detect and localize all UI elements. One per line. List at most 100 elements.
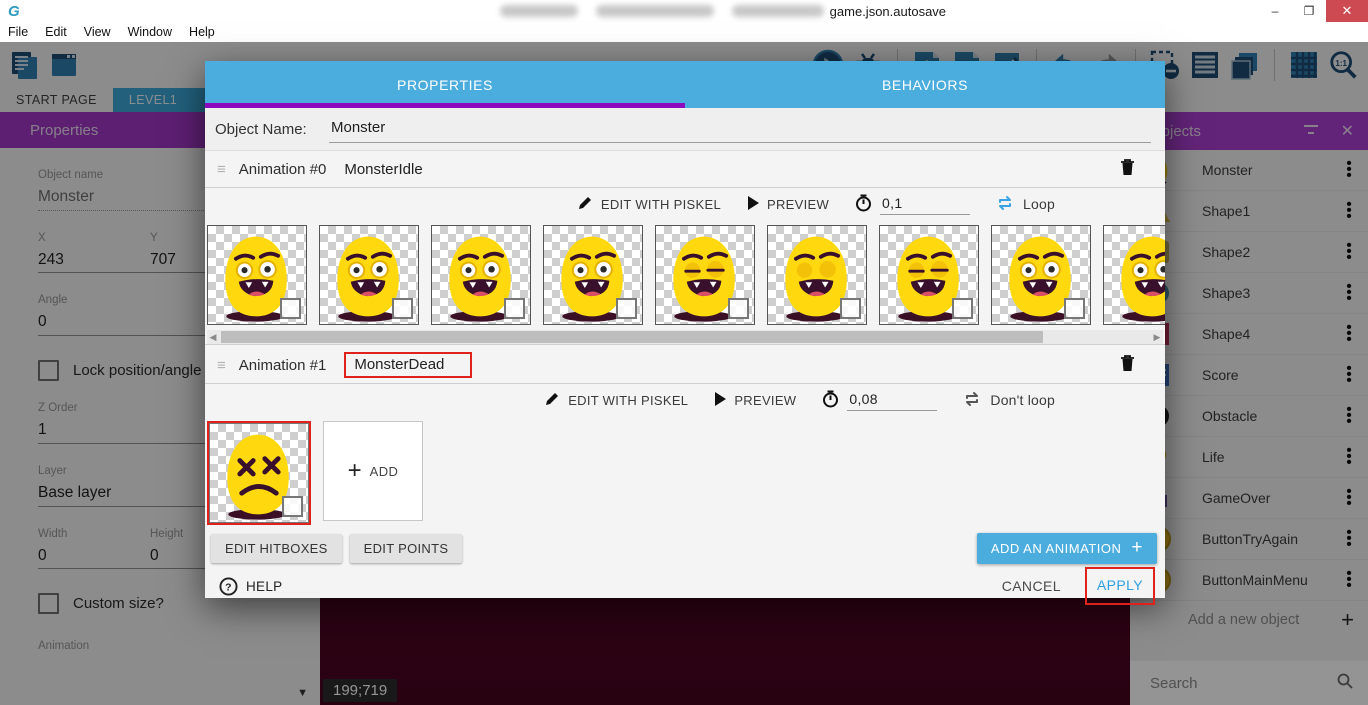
object-editor-dialog: PROPERTIES BEHAVIORS Object Name: Monste… <box>205 61 1165 598</box>
tab-behaviors[interactable]: BEHAVIORS <box>685 61 1165 108</box>
menu-edit[interactable]: Edit <box>45 25 67 39</box>
animation-controls-row: EDIT WITH PISKEL PREVIEW 0,08 Don't loop <box>205 384 1165 416</box>
gdevelop-logo-icon: G <box>8 3 20 20</box>
edit-with-piskel-label: EDIT WITH PISKEL <box>601 197 721 212</box>
svg-text:?: ? <box>225 582 232 593</box>
frame-select-checkbox[interactable] <box>504 298 525 319</box>
frame-select-checkbox[interactable] <box>616 298 637 319</box>
title-bar: G game.json.autosave – ❐ ✕ <box>0 0 1368 22</box>
frames-scrollbar[interactable]: ◀▶ <box>207 330 1163 344</box>
blurred-path-segment <box>596 5 714 17</box>
frame-time-value[interactable]: 0,1 <box>880 193 970 215</box>
edit-with-piskel-button[interactable]: EDIT WITH PISKEL <box>544 391 688 410</box>
animation-frame-tile[interactable] <box>209 423 309 523</box>
object-name-row: Object Name: Monster <box>205 108 1165 151</box>
animation-frame-tile[interactable] <box>319 225 419 325</box>
scrollbar-thumb[interactable] <box>221 331 1043 343</box>
animation-frame-tile[interactable] <box>543 225 643 325</box>
animation-frame-tile[interactable] <box>767 225 867 325</box>
animation-section-1: ≡ Animation #1 MonsterDead EDIT WITH PISKEL… <box>205 347 1165 527</box>
loop-label: Don't loop <box>990 392 1055 408</box>
close-button[interactable]: ✕ <box>1326 0 1368 22</box>
scroll-right-icon[interactable]: ▶ <box>1151 330 1163 344</box>
blurred-path-segment <box>500 5 578 17</box>
loop-toggle[interactable]: Loop <box>996 195 1055 214</box>
monster-sprite-open <box>1105 228 1165 324</box>
cancel-button[interactable]: CANCEL <box>1002 578 1061 594</box>
play-icon <box>714 392 726 409</box>
app-window: G game.json.autosave – ❐ ✕ File Edit View W… <box>0 0 1368 705</box>
apply-button[interactable]: APPLY <box>1097 577 1143 593</box>
active-tab-indicator <box>205 103 685 108</box>
menu-window[interactable]: Window <box>128 25 172 39</box>
help-circle-icon: ? <box>219 577 238 596</box>
plus-icon: + <box>1131 543 1143 553</box>
drag-handle-icon[interactable]: ≡ <box>217 161 225 178</box>
loop-toggle[interactable]: Don't loop <box>963 391 1055 410</box>
preview-button[interactable]: PREVIEW <box>714 392 796 409</box>
window-controls: – ❐ ✕ <box>1258 0 1368 22</box>
frame-time-value[interactable]: 0,08 <box>847 389 937 411</box>
edit-points-button[interactable]: EDIT POINTS <box>350 534 463 563</box>
animation-frame-tile[interactable] <box>655 225 755 325</box>
frame-select-checkbox[interactable] <box>282 496 303 517</box>
animation-name-input-highlighted[interactable]: MonsterDead <box>344 352 472 378</box>
add-frame-button[interactable]: + ADD <box>323 421 423 521</box>
dialog-object-name-label: Object Name: <box>215 121 329 138</box>
play-icon <box>747 196 759 213</box>
dialog-object-name-input[interactable]: Monster <box>329 115 1151 143</box>
delete-animation-icon[interactable] <box>1120 158 1135 181</box>
animation-frame-tile[interactable] <box>431 225 531 325</box>
animation-frame-tile[interactable] <box>879 225 979 325</box>
restore-button[interactable]: ❐ <box>1292 0 1326 22</box>
edit-with-piskel-label: EDIT WITH PISKEL <box>568 393 688 408</box>
animation-frames-strip: + ADD <box>205 416 1165 527</box>
dialog-button-row: EDIT HITBOXES EDIT POINTS ADD AN ANIMATI… <box>205 527 1165 567</box>
menu-bar: File Edit View Window Help <box>0 22 1368 43</box>
help-label: HELP <box>246 579 282 594</box>
frame-time-field[interactable]: 0,1 <box>855 193 970 215</box>
delete-animation-icon[interactable] <box>1120 354 1135 377</box>
help-button[interactable]: ? HELP <box>219 577 282 596</box>
menu-help[interactable]: Help <box>189 25 215 39</box>
add-animation-label: ADD AN ANIMATION <box>991 541 1122 556</box>
menu-file[interactable]: File <box>8 25 28 39</box>
edit-with-piskel-button[interactable]: EDIT WITH PISKEL <box>577 195 721 214</box>
frame-select-checkbox[interactable] <box>840 298 861 319</box>
animation-frame-tile[interactable] <box>991 225 1091 325</box>
tab-properties[interactable]: PROPERTIES <box>205 61 685 108</box>
timer-icon <box>855 194 872 215</box>
menu-view[interactable]: View <box>84 25 111 39</box>
animation-frames-strip <box>205 220 1165 327</box>
add-frame-label: ADD <box>370 464 399 479</box>
frame-select-checkbox[interactable] <box>392 298 413 319</box>
preview-label: PREVIEW <box>734 393 796 408</box>
blurred-path-segment <box>732 5 824 17</box>
minimize-button[interactable]: – <box>1258 0 1292 22</box>
frame-select-checkbox[interactable] <box>280 298 301 319</box>
plus-icon: + <box>348 457 362 485</box>
frame-select-checkbox[interactable] <box>728 298 749 319</box>
loop-icon <box>996 195 1015 214</box>
dialog-footer: ? HELP CANCEL APPLY <box>205 567 1165 605</box>
scroll-left-icon[interactable]: ◀ <box>207 330 219 344</box>
preview-button[interactable]: PREVIEW <box>747 196 829 213</box>
pencil-icon <box>577 195 593 214</box>
timer-icon <box>822 390 839 411</box>
animation-index-label: Animation #1 <box>239 357 327 374</box>
loop-label: Loop <box>1023 196 1055 212</box>
animation-section-0: ≡Animation #0MonsterIdleEDIT WITH PISKEL… <box>205 151 1165 347</box>
loop-icon <box>963 391 982 410</box>
annotation-box-apply: APPLY <box>1085 567 1155 605</box>
frame-select-checkbox[interactable] <box>1064 298 1085 319</box>
drag-handle-icon[interactable]: ≡ <box>217 357 225 374</box>
animation-frame-tile[interactable] <box>1103 225 1165 325</box>
animation-frame-tile[interactable] <box>207 225 307 325</box>
frame-time-field[interactable]: 0,08 <box>822 389 937 411</box>
animation-name-input[interactable]: MonsterIdle <box>344 161 422 178</box>
edit-hitboxes-button[interactable]: EDIT HITBOXES <box>211 534 342 563</box>
preview-label: PREVIEW <box>767 197 829 212</box>
annotation-box-frame <box>207 421 311 525</box>
frame-select-checkbox[interactable] <box>952 298 973 319</box>
add-animation-button[interactable]: ADD AN ANIMATION + <box>977 533 1157 564</box>
